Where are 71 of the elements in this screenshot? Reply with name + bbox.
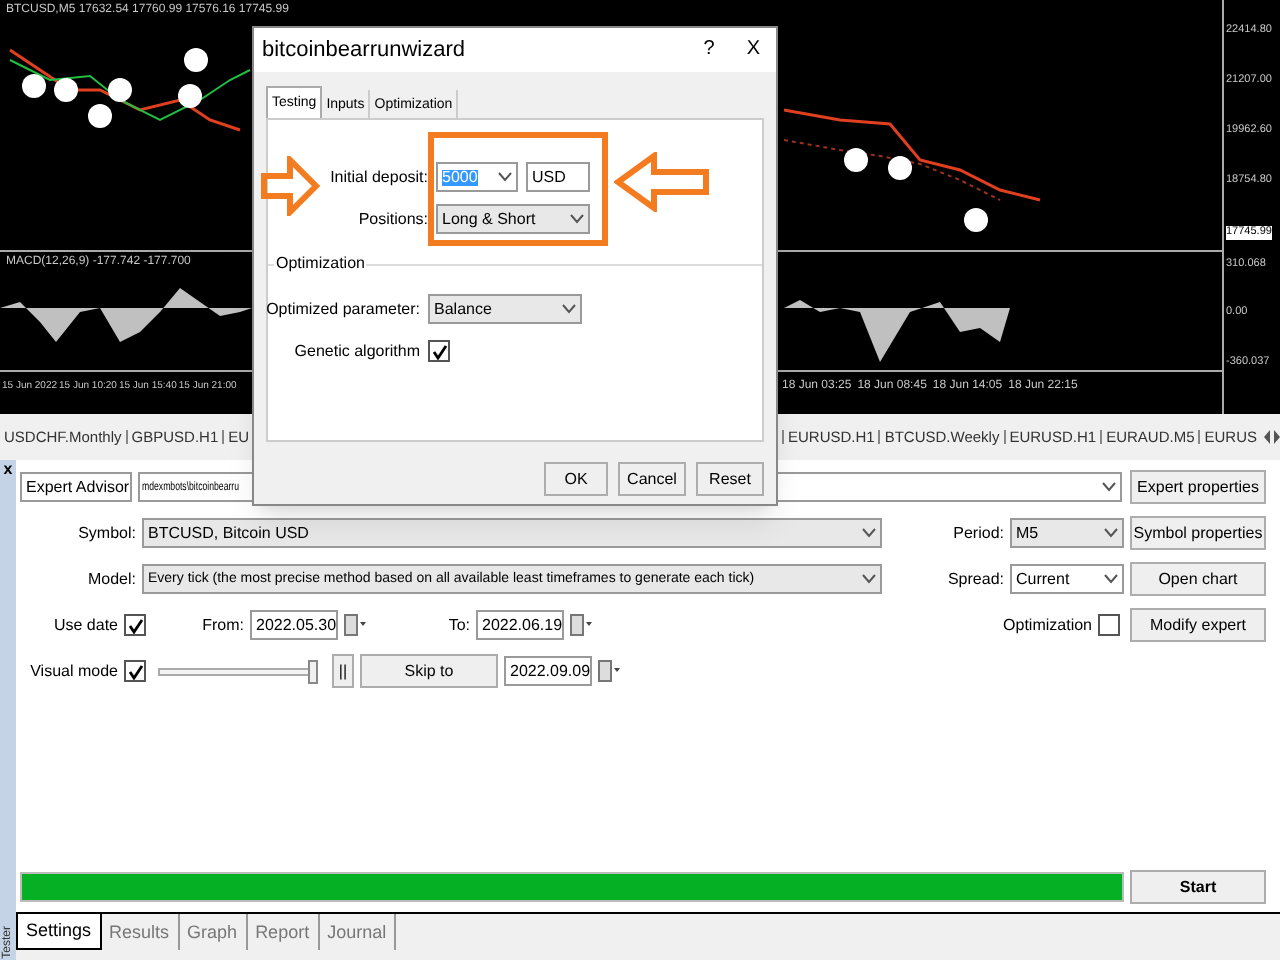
checkbox[interactable] xyxy=(124,614,146,636)
button[interactable]: Expert properties xyxy=(1130,470,1266,504)
caret-icon xyxy=(1102,482,1116,492)
calendar-dropdown-icon[interactable] xyxy=(344,612,368,638)
button[interactable]: Reset xyxy=(696,462,764,496)
trade-marker xyxy=(964,208,988,232)
button[interactable]: || xyxy=(332,654,354,688)
annotation-arrow xyxy=(614,152,710,212)
field-label: From: xyxy=(202,617,244,633)
caret-icon xyxy=(862,574,876,584)
field-label: Positions: xyxy=(358,211,428,227)
button[interactable]: Start xyxy=(1130,870,1266,904)
group-title: Optimization xyxy=(274,256,367,272)
caret-icon xyxy=(498,172,512,182)
field-label: Initial deposit: xyxy=(330,169,428,185)
currency-field[interactable]: USD xyxy=(526,162,590,192)
tab[interactable]: Settings xyxy=(16,914,102,950)
dropdown[interactable]: M5 xyxy=(1010,518,1124,548)
button[interactable]: Symbol properties xyxy=(1130,516,1266,550)
close-button[interactable]: X xyxy=(746,40,760,60)
trade-marker xyxy=(88,104,112,128)
trade-marker xyxy=(178,84,202,108)
dropdown[interactable]: Current xyxy=(1010,564,1124,594)
dropdown[interactable]: Long & Short xyxy=(436,204,590,234)
field-label: Optimized parameter: xyxy=(266,301,420,317)
date-field[interactable]: 2022.06.19 xyxy=(476,610,564,640)
caret-icon xyxy=(562,304,576,314)
field-label: Model: xyxy=(87,571,136,587)
button[interactable]: Skip to xyxy=(360,654,498,688)
dialog-title: bitcoinbearrunwizard xyxy=(262,39,465,61)
field-label: Genetic algorithm xyxy=(294,343,420,359)
calendar-dropdown-icon[interactable] xyxy=(598,658,622,684)
dropdown[interactable]: BTCUSD, Bitcoin USD xyxy=(142,518,882,548)
trade-marker xyxy=(844,148,868,172)
field-label: Symbol: xyxy=(78,525,136,541)
tab[interactable]: Report xyxy=(247,914,320,950)
checkbox[interactable] xyxy=(124,660,146,682)
button[interactable]: Modify expert xyxy=(1130,608,1266,642)
field-label: To: xyxy=(448,617,470,633)
button[interactable]: Cancel xyxy=(618,462,686,496)
tab[interactable]: Journal xyxy=(319,914,397,950)
close-button[interactable]: x xyxy=(3,462,13,478)
scroll-arrows-icon[interactable] xyxy=(1263,430,1280,444)
field-label: Use date xyxy=(53,617,118,633)
dropdown[interactable]: Balance xyxy=(428,294,582,324)
field-label: Optimization xyxy=(1003,617,1092,633)
trade-marker xyxy=(888,156,912,180)
tab[interactable]: Graph xyxy=(179,914,248,950)
caret-icon xyxy=(1104,574,1118,584)
button[interactable]: Open chart xyxy=(1130,562,1266,596)
tab[interactable]: Results xyxy=(101,914,180,950)
field-label: Visual mode xyxy=(30,663,118,679)
speed-slider[interactable] xyxy=(158,659,318,683)
checkbox[interactable] xyxy=(1098,614,1120,636)
date-field[interactable]: 2022.05.30 xyxy=(250,610,338,640)
caret-icon xyxy=(570,214,584,224)
checkbox[interactable] xyxy=(428,340,450,362)
dropdown[interactable]: Expert Advisor xyxy=(20,472,132,502)
annotation-arrow xyxy=(260,156,320,216)
trade-marker xyxy=(22,74,46,98)
help-button[interactable]: ? xyxy=(703,40,715,60)
calendar-dropdown-icon[interactable] xyxy=(570,612,594,638)
trade-marker xyxy=(184,48,208,72)
field-label: Period: xyxy=(953,525,1004,541)
caret-icon xyxy=(1104,528,1118,538)
date-field[interactable]: 2022.09.09 xyxy=(504,656,592,686)
field-label: Spread: xyxy=(947,571,1004,587)
caret-icon xyxy=(862,528,876,538)
trade-marker xyxy=(108,78,132,102)
button[interactable]: OK xyxy=(544,462,608,496)
trade-marker xyxy=(54,78,78,102)
